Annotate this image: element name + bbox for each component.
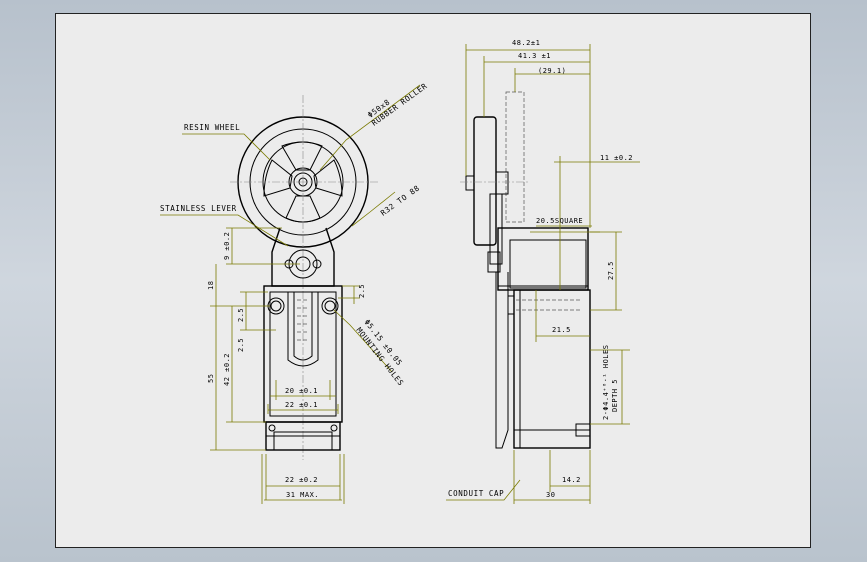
wheel-side [473,116,497,246]
mounting-hole-left [270,300,282,312]
switch-head-inner [509,239,587,289]
wheel-spoke [281,141,323,171]
dim-20: 20 ±0.1 [285,387,318,395]
dim-55: 55 [207,374,215,383]
dim-2-5-right: 2.5 [358,284,366,298]
axle-nut-left [465,175,475,191]
label-holes-spec: 2-Φ4.4⁺⁰·¹ HOLES [602,345,610,420]
technical-drawing: RESIN WHEEL STAINLESS LEVER Φ50x8 RUBBER… [160,39,640,504]
dim-27-5: 27.5 [607,261,615,280]
dim-31: 31 MAX. [286,491,319,499]
dim-48: 48.2±1 [512,39,540,47]
mounting-hole-right [324,300,336,312]
dim-22-lower: 22 ±0.2 [285,476,318,484]
dim-29: (29.1) [538,67,566,75]
label-stainless-lever: STAINLESS LEVER [160,204,237,213]
label-resin-wheel: RESIN WHEEL [184,123,240,132]
dim-9: 9 ±0.2 [223,232,231,260]
side-dimensions: 48.2±1 41.3 ±1 (29.1) 11 ±0.2 20.5SQUARE… [446,39,640,504]
dim-41: 41.3 ±1 [518,52,551,60]
cad-viewport: RESIN WHEEL STAINLESS LEVER Φ50x8 RUBBER… [0,0,867,562]
dim-22-upper: 22 ±0.1 [285,401,318,409]
wheel-spoke [313,159,343,197]
dim-square: 20.5SQUARE [536,217,583,225]
dim-42: 42 ±0.2 [223,353,231,386]
wheel-alt-position [505,91,525,223]
side-view [460,91,591,449]
label-depth: DEPTH 5 [611,379,619,412]
base-screw [330,424,338,432]
dim-30: 30 [546,491,555,499]
dim-14-2: 14.2 [562,476,581,484]
base-screw [268,424,276,432]
plunger-side [495,272,509,449]
label-r32: R32 TO 88 [379,183,422,217]
dim-2-5-lower: 2.5 [237,338,245,352]
dim-2-5-left: 2.5 [237,308,245,322]
dim-11: 11 ±0.2 [600,154,633,162]
switch-head-side [497,227,589,291]
label-conduit-cap: CONDUIT CAP [448,489,504,498]
body-mount-tab [507,295,515,315]
wheel-spoke [263,159,293,197]
dim-21-5: 21.5 [552,326,571,334]
dim-18: 18 [207,281,215,290]
